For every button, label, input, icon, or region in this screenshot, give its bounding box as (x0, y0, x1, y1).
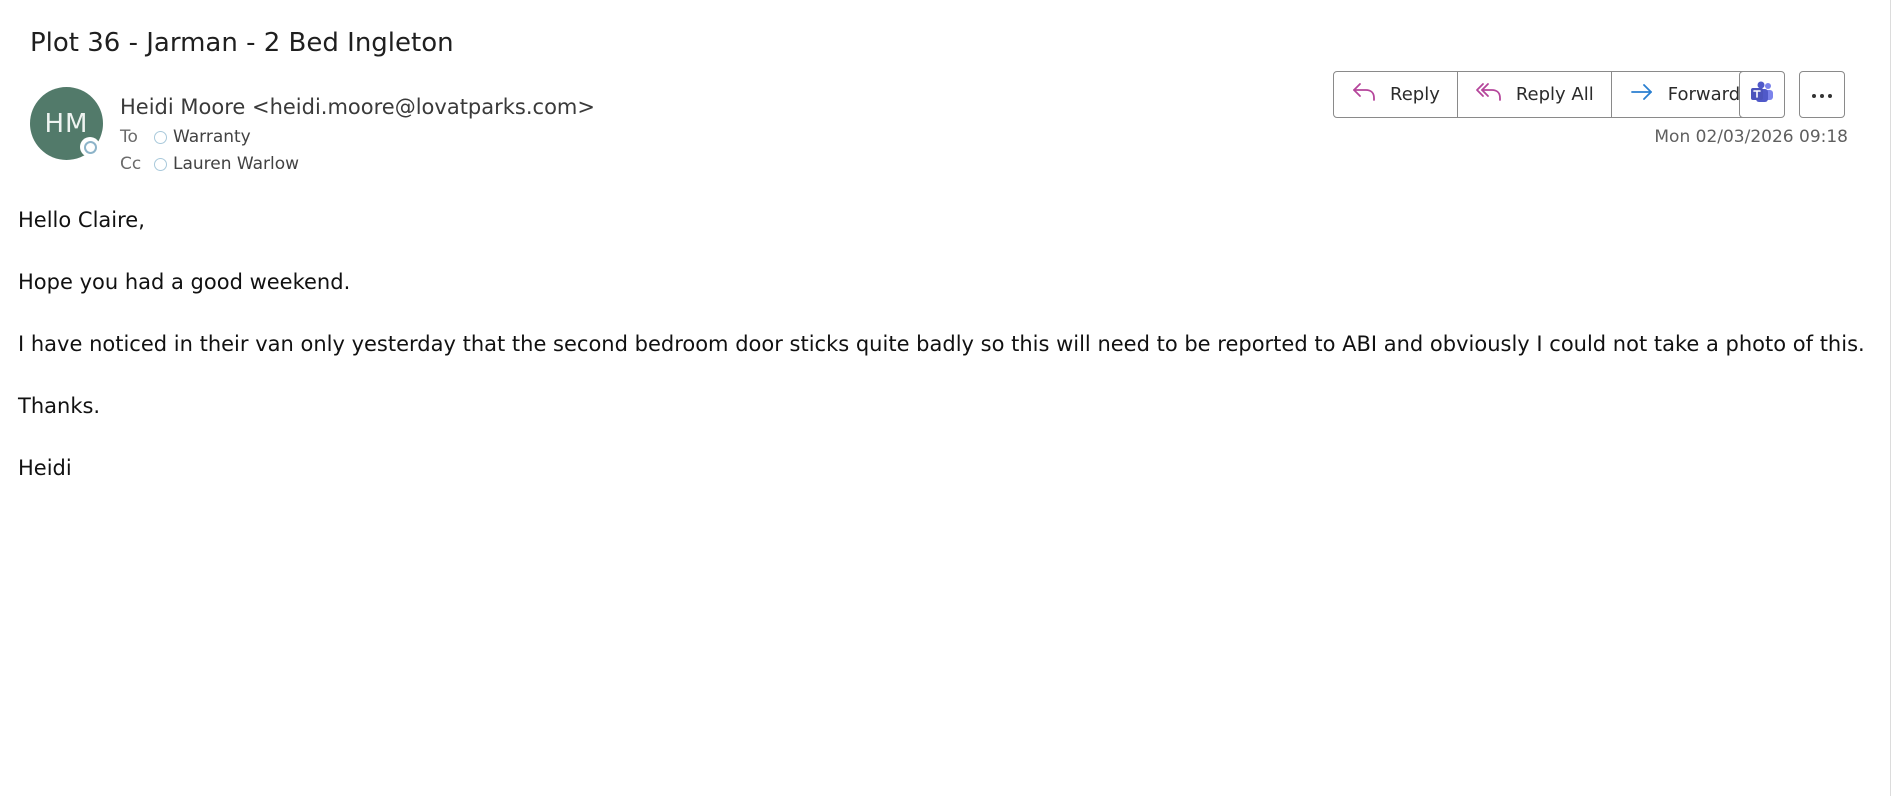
recipient-presence-icon (154, 157, 167, 171)
to-label: To (120, 127, 138, 147)
email-reading-pane: Plot 36 - Jarman - 2 Bed Ingleton HM Hei… (0, 0, 1891, 796)
cc-label: Cc (120, 154, 142, 174)
reply-all-icon (1475, 81, 1516, 108)
response-actions: Reply Reply All Forward (1333, 71, 1759, 118)
reply-icon (1351, 81, 1390, 108)
teams-icon (1749, 80, 1775, 110)
reply-all-button[interactable]: Reply All (1458, 72, 1612, 117)
recipient-presence-icon (154, 130, 167, 144)
sent-timestamp: Mon 02/03/2026 09:18 (1654, 127, 1848, 147)
body-paragraph: Heidi (18, 456, 72, 480)
forward-button[interactable]: Forward (1612, 72, 1757, 117)
sender-name[interactable]: Heidi Moore <heidi.moore@lovatparks.com> (120, 95, 595, 119)
teams-chat-button[interactable] (1739, 71, 1785, 118)
email-subject: Plot 36 - Jarman - 2 Bed Ingleton (30, 28, 454, 58)
avatar-initials: HM (44, 108, 89, 139)
cc-recipient[interactable]: Lauren Warlow (173, 154, 299, 174)
body-paragraph: Hello Claire, (18, 208, 145, 232)
forward-icon (1629, 81, 1668, 108)
body-paragraph: Thanks. (18, 394, 101, 418)
reply-all-label: Reply All (1515, 84, 1594, 105)
to-recipient[interactable]: Warranty (173, 127, 251, 147)
to-row: To Warranty (120, 127, 251, 147)
body-paragraph: Hope you had a good weekend. (18, 270, 351, 294)
more-icon (1810, 85, 1834, 104)
presence-status-icon (80, 137, 100, 157)
reply-label: Reply (1390, 84, 1440, 105)
body-paragraph: I have noticed in their van only yesterd… (18, 332, 1865, 356)
forward-label: Forward (1667, 84, 1741, 105)
reply-button[interactable]: Reply (1334, 72, 1458, 117)
cc-row: Cc Lauren Warlow (120, 154, 299, 174)
more-actions-button[interactable] (1799, 71, 1845, 118)
email-body: Hello Claire, Hope you had a good weeken… (18, 206, 1865, 516)
